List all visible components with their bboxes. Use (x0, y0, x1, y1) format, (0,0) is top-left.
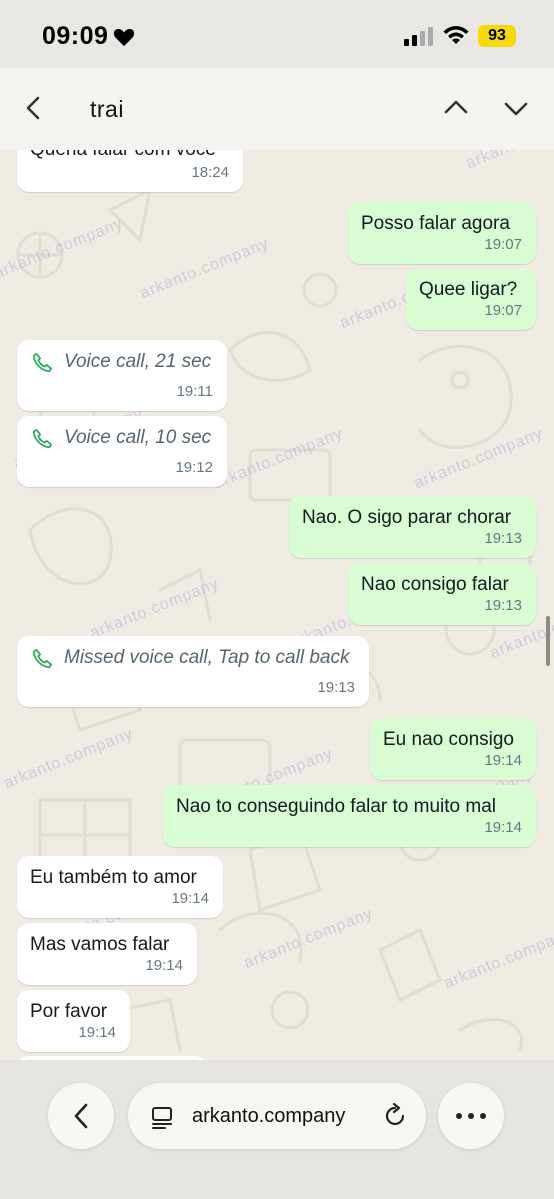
message-incoming[interactable]: Mas vamos falar 19:14 (17, 923, 197, 985)
call-text: Voice call, 10 sec (64, 427, 212, 448)
heart-icon (114, 28, 135, 46)
message-time: 19:14 (484, 752, 522, 769)
message-time: 19:14 (171, 890, 209, 907)
phone-icon (32, 353, 52, 373)
message-outgoing[interactable]: Nao. O sigo parar chorar 19:13 (289, 496, 536, 558)
message-time: 19:11 (176, 383, 213, 400)
call-text: Voice call, 21 sec (64, 351, 212, 372)
status-bar: 09:09 93 (0, 0, 554, 68)
address-bar[interactable]: arkanto.company (128, 1083, 426, 1149)
message-time: 19:14 (145, 957, 183, 974)
message-time: 18:24 (191, 164, 229, 181)
address-text: arkanto.company (192, 1105, 346, 1127)
call-text: Missed voice call, Tap to call back (64, 647, 350, 668)
message-time: 19:07 (484, 236, 522, 253)
scrollbar[interactable] (546, 616, 550, 666)
missed-call-message[interactable]: Missed voice call, Tap to call back 19:1… (17, 636, 369, 707)
message-outgoing[interactable]: Nao to conseguindo falar to muito mal 19… (163, 785, 536, 847)
chat-messages[interactable]: arkanto.company arkanto.company arkanto.… (0, 150, 554, 1060)
chevron-down-icon[interactable] (502, 98, 530, 120)
browser-toolbar: arkanto.company (0, 1060, 554, 1199)
more-icon (456, 1113, 486, 1119)
wifi-icon (443, 26, 469, 44)
message-time: 19:14 (78, 1024, 116, 1041)
signal-icon (404, 27, 433, 46)
message-outgoing[interactable]: Posso falar agora 19:07 (348, 202, 536, 264)
reader-icon[interactable] (150, 1105, 174, 1129)
message-time: 19:07 (484, 302, 522, 319)
message-time: 19:13 (484, 597, 522, 614)
search-input[interactable]: trai (90, 96, 124, 123)
message-incoming[interactable]: Eu também to amor 19:14 (17, 856, 223, 918)
browser-back-button[interactable] (48, 1083, 114, 1149)
call-message[interactable]: Voice call, 10 sec 19:12 (17, 416, 227, 487)
more-button[interactable] (438, 1083, 504, 1149)
message-time: 19:14 (484, 819, 522, 836)
message-time: 19:13 (484, 530, 522, 547)
chevron-up-icon[interactable] (442, 96, 470, 118)
message-outgoing[interactable]: Nao consigo falar 19:13 (348, 563, 536, 625)
chat-search-header: trai (0, 68, 554, 150)
reload-icon[interactable] (382, 1103, 408, 1129)
message-time: 19:12 (175, 459, 213, 476)
message-outgoing[interactable]: Quee ligar? 19:07 (406, 268, 536, 330)
back-arrow-icon[interactable] (22, 95, 44, 121)
phone-icon (32, 429, 52, 449)
message-incoming[interactable]: Por favor 19:14 (17, 990, 130, 1052)
clock: 09:09 (42, 22, 109, 50)
status-time: 09:09 (42, 22, 135, 51)
browser-back-icon (74, 1103, 88, 1129)
message-outgoing[interactable]: Eu nao consigo 19:14 (370, 718, 536, 780)
message-incoming[interactable]: Queria falar com você 18:24 (17, 150, 243, 192)
message-time: 19:13 (317, 679, 355, 696)
message-text: Nao to conseguindo falar to muito mal (176, 796, 497, 817)
call-message[interactable]: Voice call, 21 sec 19:11 (17, 340, 227, 411)
battery-indicator: 93 (478, 25, 516, 47)
phone-icon (32, 649, 52, 669)
